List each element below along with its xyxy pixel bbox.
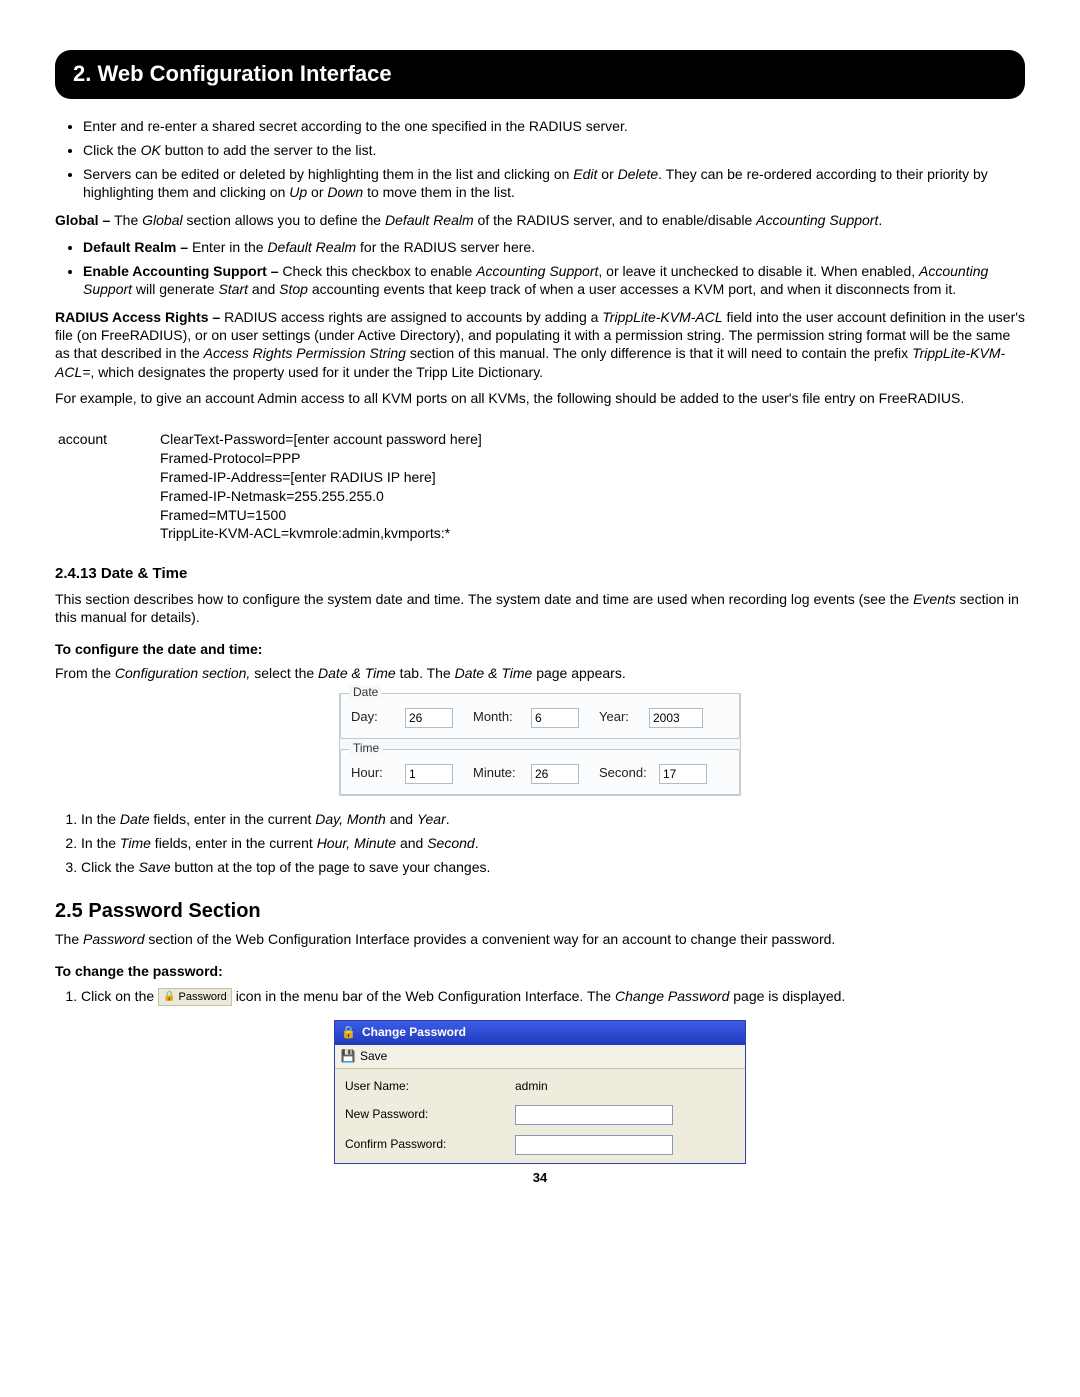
- day-input[interactable]: [405, 708, 453, 728]
- password-steps: Click on the 🔒 Password icon in the menu…: [55, 987, 1025, 1006]
- confirm-password-label: Confirm Password:: [345, 1137, 515, 1153]
- lock-icon: 🔒: [163, 990, 175, 1003]
- time-fieldset: Time Hour: Minute: Second:: [340, 749, 740, 795]
- month-input[interactable]: [531, 708, 579, 728]
- example-paragraph: For example, to give an account Admin ac…: [55, 389, 1025, 407]
- confirm-password-input[interactable]: [515, 1135, 673, 1155]
- bullet: Enter and re-enter a shared secret accor…: [83, 117, 1025, 135]
- change-password-panel: 🔒 Change Password 💾 Save User Name: admi…: [334, 1020, 746, 1164]
- date-fieldset: Date Day: Month: Year:: [340, 693, 740, 739]
- month-label: Month:: [473, 709, 525, 726]
- save-icon: 💾: [341, 1049, 355, 1063]
- hour-label: Hour:: [351, 765, 399, 782]
- password-section-heading: 2.5 Password Section: [55, 898, 1025, 924]
- user-name-value: admin: [515, 1079, 548, 1095]
- second-label: Second:: [599, 765, 653, 782]
- change-password-body: User Name: admin New Password: Confirm P…: [335, 1069, 745, 1163]
- minute-input[interactable]: [531, 764, 579, 784]
- step: Click on the 🔒 Password icon in the menu…: [81, 987, 1025, 1006]
- change-password-toolbar: 💾 Save: [335, 1045, 745, 1070]
- code-label: account: [57, 429, 157, 544]
- bullet: Enable Accounting Support – Check this c…: [83, 262, 1025, 298]
- page-number: 34: [55, 1170, 1025, 1187]
- password-desc: The Password section of the Web Configur…: [55, 930, 1025, 948]
- password-toolbar-icon: 🔒 Password: [158, 988, 232, 1006]
- day-label: Day:: [351, 709, 399, 726]
- lock-icon: 🔒: [341, 1025, 356, 1041]
- minute-label: Minute:: [473, 765, 525, 782]
- step: In the Date fields, enter in the current…: [81, 810, 1025, 828]
- change-password-title: Change Password: [362, 1025, 466, 1041]
- date-time-steps: In the Date fields, enter in the current…: [55, 810, 1025, 877]
- change-password-titlebar: 🔒 Change Password: [335, 1021, 745, 1045]
- global-sublist: Default Realm – Enter in the Default Rea…: [55, 238, 1025, 299]
- save-button[interactable]: Save: [360, 1049, 387, 1065]
- date-time-desc: This section describes how to configure …: [55, 590, 1025, 626]
- password-icon-label: Password: [179, 990, 227, 1004]
- global-paragraph: Global – The Global section allows you t…: [55, 211, 1025, 229]
- new-password-input[interactable]: [515, 1105, 673, 1125]
- bullet: Servers can be edited or deleted by high…: [83, 165, 1025, 201]
- code-block: account ClearText-Password=[enter accoun…: [55, 427, 534, 546]
- step: Click the Save button at the top of the …: [81, 858, 1025, 876]
- code-lines: ClearText-Password=[enter account passwo…: [159, 429, 532, 544]
- change-password-heading: To change the password:: [55, 962, 1025, 980]
- year-input[interactable]: [649, 708, 703, 728]
- config-date-time-heading: To configure the date and time:: [55, 640, 1025, 658]
- intro-bullets: Enter and re-enter a shared secret accor…: [55, 117, 1025, 202]
- date-legend: Date: [349, 685, 382, 701]
- user-name-label: User Name:: [345, 1079, 515, 1095]
- second-input[interactable]: [659, 764, 707, 784]
- date-time-from: From the Configuration section, select t…: [55, 664, 1025, 682]
- bullet: Click the OK button to add the server to…: [83, 141, 1025, 159]
- new-password-label: New Password:: [345, 1107, 515, 1123]
- year-label: Year:: [599, 709, 643, 726]
- step: In the Time fields, enter in the current…: [81, 834, 1025, 852]
- date-time-heading: 2.4.13 Date & Time: [55, 564, 1025, 584]
- time-legend: Time: [349, 741, 383, 757]
- hour-input[interactable]: [405, 764, 453, 784]
- page-section-header: 2. Web Configuration Interface: [55, 50, 1025, 99]
- bullet: Default Realm – Enter in the Default Rea…: [83, 238, 1025, 256]
- radius-access-rights: RADIUS Access Rights – RADIUS access rig…: [55, 308, 1025, 381]
- date-time-widget: Date Day: Month: Year: Time Hour: Minute…: [339, 693, 741, 796]
